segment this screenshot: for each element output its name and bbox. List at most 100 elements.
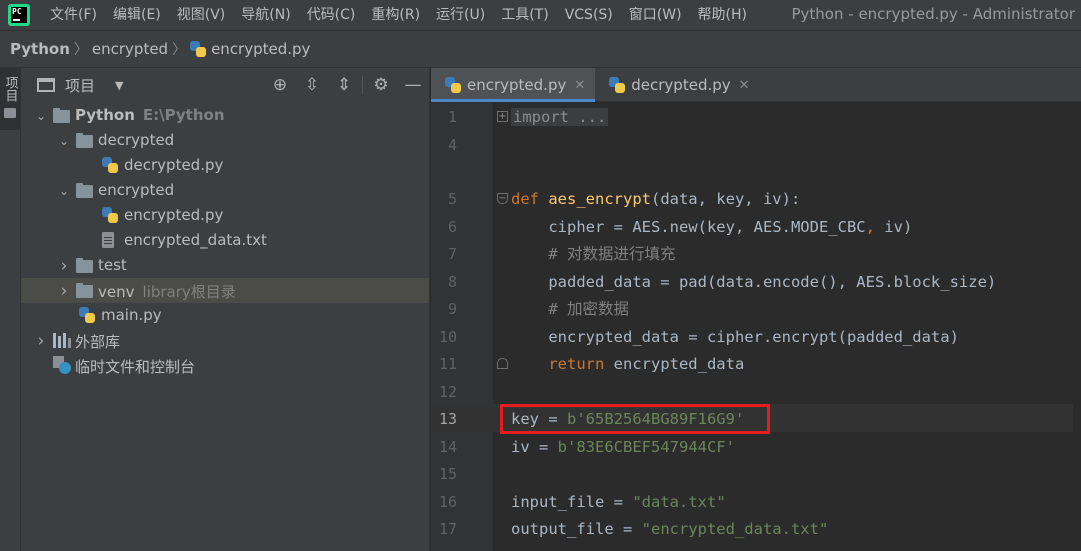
breadcrumb-folder[interactable]: encrypted: [92, 40, 168, 58]
folder-icon: [4, 108, 16, 118]
collapse-all-icon[interactable]: ⇕: [328, 68, 360, 102]
code-line[interactable]: input_file = "data.txt": [511, 488, 726, 516]
folder-icon: [76, 283, 93, 298]
highlight-annotation-box: [500, 404, 770, 434]
code-line[interactable]: # 对数据进行填充: [511, 240, 675, 268]
chevron-down-icon[interactable]: ⌄: [58, 184, 70, 198]
project-tool-tab[interactable]: 项目: [0, 68, 20, 130]
chevron-right-icon[interactable]: ›: [58, 281, 70, 301]
tree-item-text: Python E:\Python: [75, 106, 225, 124]
breadcrumb-project[interactable]: Python: [10, 40, 70, 58]
tree-item[interactable]: ⌄ decrypted: [21, 128, 429, 153]
code-line[interactable]: output_file = "encrypted_data.txt": [511, 515, 828, 543]
tree-item[interactable]: › 外部库: [21, 328, 429, 353]
tree-item[interactable]: 临时文件和控制台: [21, 353, 429, 378]
tree-item[interactable]: ⌄ encrypted: [21, 178, 429, 203]
tree-item-label: encrypted_data.txt: [124, 231, 267, 249]
menu-item[interactable]: 代码(C): [299, 0, 364, 30]
menu-item[interactable]: 帮助(H): [690, 0, 755, 30]
code-token: def: [511, 190, 549, 208]
code-token: "data.txt": [632, 493, 726, 511]
editor-tab[interactable]: decrypted.py ✕: [595, 68, 759, 102]
code-line[interactable]: padded_data = pad(data.encode(), AES.blo…: [511, 268, 996, 296]
python-file-icon: [102, 207, 118, 224]
chevron-right-icon[interactable]: ›: [35, 331, 47, 351]
menu-item[interactable]: 视图(V): [169, 0, 234, 30]
tree-item-label: Python: [75, 106, 135, 124]
code-line[interactable]: cipher = AES.new(key, AES.MODE_CBC, iv): [511, 213, 912, 241]
tree-item[interactable]: encrypted.py: [21, 203, 429, 228]
project-panel: 项目 ▼ ⊕ ⇳ ⇕ ⚙ — ⌄ Python E:\Python ⌄ decrypte…: [21, 68, 430, 551]
line-number: 5: [447, 190, 457, 208]
tree-item-text: decrypted: [98, 131, 174, 149]
minimize-icon[interactable]: —: [397, 68, 429, 102]
expand-all-icon[interactable]: ⇳: [296, 68, 328, 102]
window-title: Python - encrypted.py - Administrator: [791, 5, 1076, 23]
editor-scrollbar[interactable]: [1073, 103, 1081, 551]
menu-item[interactable]: 窗口(W): [621, 0, 690, 30]
code-token: iv =: [511, 438, 558, 456]
project-tool-label: 项目: [2, 76, 18, 102]
code-line[interactable]: import ...: [511, 103, 609, 131]
tree-item-text: decrypted.py: [124, 156, 223, 174]
tree-item[interactable]: › test: [21, 253, 429, 278]
folder-icon: [53, 108, 70, 123]
fold-collapse-icon[interactable]: −: [497, 193, 508, 204]
line-number: 1: [447, 108, 457, 126]
editor-tab-bar: encrypted.py ✕ decrypted.py ✕: [431, 68, 1081, 102]
chevron-down-icon[interactable]: ⌄: [58, 134, 70, 148]
code-token: b'83E6CBEF547944CF': [557, 438, 735, 456]
menu-item[interactable]: 重构(R): [363, 0, 428, 30]
toolbar-divider: [362, 76, 363, 94]
menu-item[interactable]: 运行(U): [428, 0, 493, 30]
fold-gutter: [493, 103, 509, 551]
menu-bar: PC 文件(F) 编辑(E) 视图(V) 导航(N) 代码(C) 重构(R) 运行(U) 工具…: [0, 0, 1081, 30]
menu-items: 文件(F) 编辑(E) 视图(V) 导航(N) 代码(C) 重构(R) 运行(U) 工具(T)…: [42, 0, 755, 30]
project-panel-toolbar: ⊕ ⇳ ⇕ ⚙ —: [264, 68, 429, 102]
chevron-down-icon[interactable]: ⌄: [35, 109, 47, 123]
tree-item-label: decrypted: [98, 131, 175, 149]
menu-item[interactable]: 工具(T): [493, 0, 556, 30]
code-line[interactable]: iv = b'83E6CBEF547944CF': [511, 433, 735, 461]
python-file-icon: [102, 157, 118, 174]
menu-item[interactable]: 导航(N): [233, 0, 298, 30]
tree-item[interactable]: decrypted.py: [21, 153, 429, 178]
code-token: padded_data = pad(data.encode(), AES.blo…: [511, 273, 997, 291]
code-line[interactable]: # 加密数据: [511, 295, 629, 323]
menu-item[interactable]: 编辑(E): [105, 0, 169, 30]
tree-item-hint: library根目录: [142, 283, 236, 301]
text-file-icon: [102, 232, 114, 248]
tree-item[interactable]: main.py: [21, 303, 429, 328]
view-dropdown-icon[interactable]: ▼: [115, 79, 123, 92]
close-icon[interactable]: ✕: [574, 78, 585, 93]
tree-item-hint: E:\Python: [142, 106, 225, 124]
line-number: 12: [438, 383, 457, 401]
fold-expand-icon[interactable]: +: [497, 111, 508, 122]
code-token: ,: [865, 218, 885, 236]
project-panel-header: 项目 ▼ ⊕ ⇳ ⇕ ⚙ —: [21, 68, 429, 102]
library-icon: [53, 333, 71, 348]
tree-item[interactable]: › venv library根目录: [21, 278, 429, 303]
python-file-icon: [190, 40, 207, 58]
menu-item[interactable]: VCS(S): [557, 0, 621, 30]
fold-end-icon: [497, 358, 508, 369]
menu-item[interactable]: 文件(F): [42, 0, 105, 30]
tree-item-label: main.py: [101, 306, 162, 324]
chevron-right-icon[interactable]: ›: [58, 256, 70, 276]
tree-item[interactable]: encrypted_data.txt: [21, 228, 429, 253]
gear-icon[interactable]: ⚙: [365, 68, 397, 102]
tree-item-label: encrypted.py: [124, 206, 224, 224]
code-line[interactable]: def aes_encrypt(data, key, iv):: [511, 185, 800, 213]
code-token: (data, key, iv):: [650, 190, 801, 208]
code-line[interactable]: encrypted_data = cipher.encrypt(padded_d…: [511, 323, 959, 351]
tree-item[interactable]: ⌄ Python E:\Python: [21, 103, 429, 128]
code-token: return: [511, 355, 614, 373]
locate-icon[interactable]: ⊕: [264, 68, 296, 102]
code-token: encrypted_data: [613, 355, 745, 373]
breadcrumb-file[interactable]: encrypted.py: [211, 40, 310, 58]
editor-tab-label: encrypted.py: [467, 76, 567, 94]
code-line[interactable]: return encrypted_data: [511, 350, 744, 378]
code-token: output_file =: [511, 520, 642, 538]
editor-tab[interactable]: encrypted.py ✕: [431, 68, 596, 102]
close-icon[interactable]: ✕: [739, 78, 750, 93]
